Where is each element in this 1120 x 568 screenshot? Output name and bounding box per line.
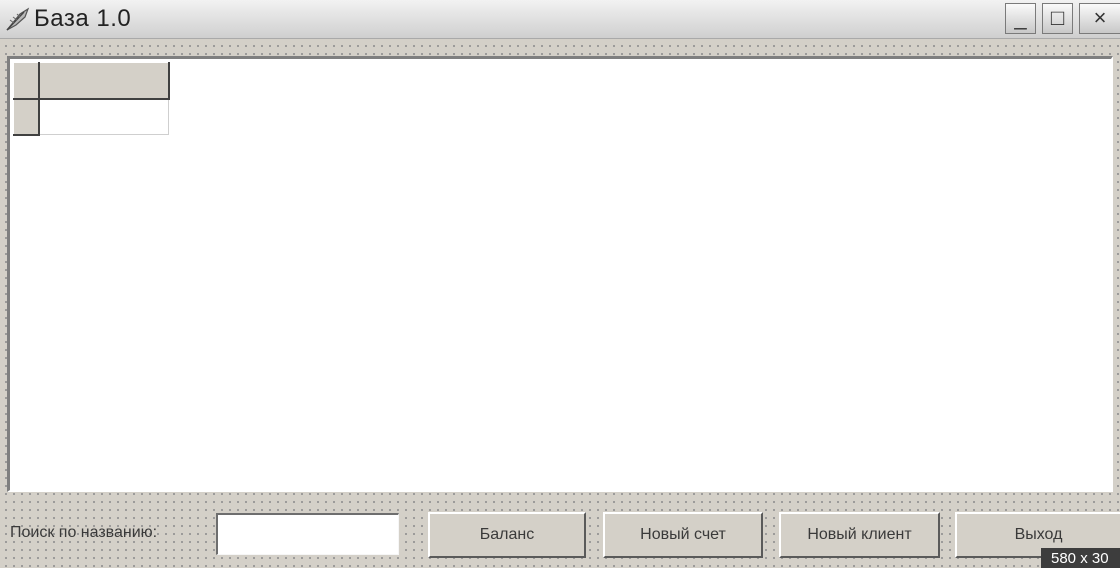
balance-button[interactable]: Баланс <box>428 512 586 558</box>
search-input[interactable] <box>216 513 399 555</box>
app-feather-icon <box>4 6 34 32</box>
window-title: База 1.0 <box>34 5 132 32</box>
data-grid[interactable] <box>7 56 1113 492</box>
row-indicator[interactable] <box>13 98 40 136</box>
grid-corner-cell[interactable] <box>13 62 40 100</box>
title-bar[interactable]: База 1.0 _ □ × <box>0 0 1120 39</box>
grid-table <box>13 62 170 136</box>
search-label: Поиск по названию: <box>10 524 158 541</box>
new-client-button[interactable]: Новый клиент <box>779 512 940 558</box>
app-window: База 1.0 _ □ × Поиск по названию: Баланс… <box>0 0 1120 568</box>
column-header[interactable] <box>38 62 170 100</box>
maximize-button[interactable]: □ <box>1042 3 1073 34</box>
close-button[interactable]: × <box>1079 3 1120 34</box>
new-account-button[interactable]: Новый счет <box>603 512 763 558</box>
size-badge: 580 x 30 <box>1041 548 1120 568</box>
grid-cell[interactable] <box>38 98 169 135</box>
minimize-button[interactable]: _ <box>1005 3 1036 34</box>
